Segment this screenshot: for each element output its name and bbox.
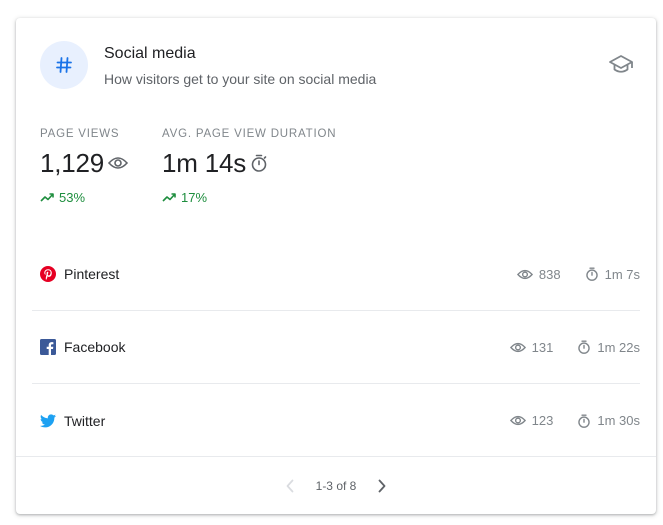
- chevron-left-icon[interactable]: [278, 474, 302, 498]
- page-views-label: PAGE VIEWS: [40, 128, 120, 140]
- eye-icon: [509, 415, 526, 426]
- views-count: 131: [531, 339, 554, 355]
- page-views-value: 1,129: [40, 147, 105, 178]
- avg-duration-trend-value: 17%: [181, 190, 208, 205]
- list-item-pinterest[interactable]: Pinterest 838 1m 7s: [32, 238, 640, 311]
- list-item-label: Twitter: [64, 412, 106, 429]
- page-views-trend: 53%: [40, 190, 128, 205]
- duration-value: 1m 30s: [597, 413, 640, 428]
- timer-icon: [577, 339, 591, 355]
- duration-value: 1m 22s: [597, 339, 640, 355]
- timer-icon: [577, 413, 591, 429]
- eye-icon: [509, 342, 526, 353]
- eye-icon: [108, 156, 129, 170]
- timer-icon: [250, 153, 268, 173]
- twitter-icon: [40, 413, 56, 429]
- school-icon[interactable]: [608, 54, 634, 76]
- avg-duration-metric: AVG. PAGE VIEW DURATION 1m 14s 17%: [162, 128, 336, 205]
- avg-duration-value: 1m 14s: [162, 147, 247, 178]
- pagination-range: 1-3 of 8: [315, 478, 357, 493]
- trending-up-icon: [40, 190, 59, 205]
- views-count: 123: [531, 413, 554, 428]
- chevron-right-icon[interactable]: [370, 474, 394, 498]
- social-media-card: Social media How visitors get to your si…: [16, 18, 656, 514]
- list-item-label: Pinterest: [64, 266, 120, 282]
- views-count: 838: [538, 266, 561, 282]
- avg-duration-trend: 17%: [162, 190, 336, 205]
- avg-duration-label: AVG. PAGE VIEW DURATION: [162, 128, 337, 140]
- pinterest-icon: [40, 266, 56, 282]
- duration-value: 1m 7s: [604, 266, 640, 282]
- trending-up-icon: [162, 190, 181, 205]
- timer-icon: [585, 266, 599, 282]
- pagination: 1-3 of 8: [16, 456, 656, 514]
- page-views-trend-value: 53%: [59, 190, 86, 205]
- list-item-label: Facebook: [64, 339, 126, 355]
- hashtag-icon: [40, 41, 88, 89]
- list-item-twitter[interactable]: Twitter 123 1m 30s: [32, 384, 640, 457]
- facebook-icon: [40, 339, 56, 355]
- card-subtitle: How visitors get to your site on social …: [104, 71, 377, 87]
- page-views-metric: PAGE VIEWS 1,129 53%: [40, 128, 129, 205]
- card-title: Social media: [104, 45, 196, 62]
- eye-icon: [516, 269, 533, 280]
- list-item-facebook[interactable]: Facebook 131 1m 22s: [32, 311, 640, 384]
